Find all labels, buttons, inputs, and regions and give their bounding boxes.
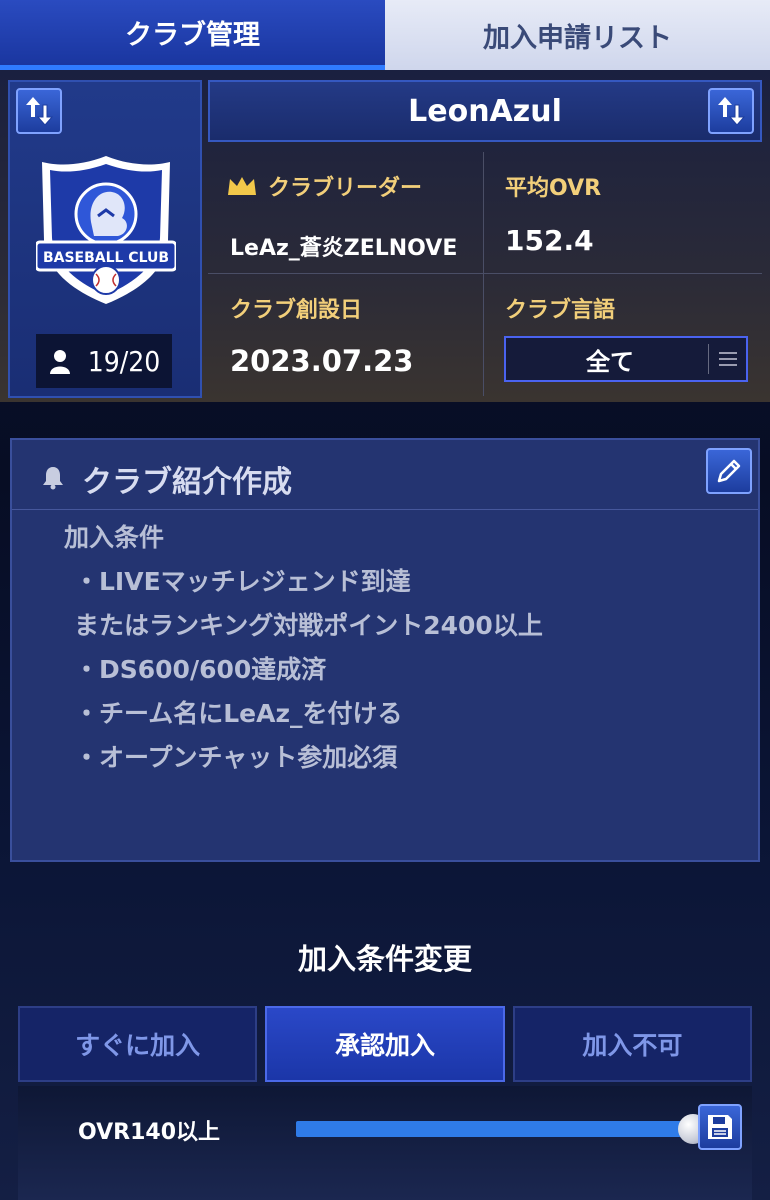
leader-label-cell: クラブリーダー (226, 170, 422, 202)
language-select[interactable]: 全て (504, 336, 748, 382)
ovr-requirement-label: OVR140以上 (78, 1120, 221, 1145)
club-emblem-panel: BASEBALL CLUB 19/20 (8, 80, 202, 398)
founded-value: 2023.07.23 (230, 344, 414, 378)
club-info-grid: クラブリーダー LeAz_蒼炎ZELNOVE 平均OVR 152.4 クラブ創設… (208, 152, 762, 398)
tab-join-request-list[interactable]: 加入申請リスト (385, 0, 770, 70)
member-count-value: 19/20 (87, 344, 161, 378)
club-emblem-logo: BASEBALL CLUB (36, 156, 176, 304)
intro-line: 加入条件 (64, 523, 165, 552)
grid-divider-horizontal (208, 273, 762, 274)
join-closed-button[interactable]: 加入不可 (512, 1006, 752, 1082)
intro-line: ・オープンチャット参加必須 (74, 743, 398, 772)
avg-ovr-value: 152.4 (505, 224, 594, 257)
join-condition-options: すぐに加入 承認加入 加入不可 (18, 1006, 752, 1082)
pencil-icon (717, 459, 741, 483)
club-intro-text: 加入条件 ・LIVEマッチレジェンド到達 またはランキング対戦ポイント2400以… (64, 516, 543, 780)
intro-line: ・チーム名にLeAz_を付ける (74, 699, 403, 728)
bell-icon (43, 467, 63, 490)
language-label: クラブ言語 (505, 298, 616, 323)
swap-name-button[interactable] (708, 88, 754, 134)
language-value: 全て (586, 347, 634, 376)
grid-divider-vertical (483, 152, 484, 396)
founded-label: クラブ創設日 (230, 298, 363, 323)
intro-line: またはランキング対戦ポイント2400以上 (74, 611, 543, 640)
leader-label: クラブリーダー (268, 176, 423, 201)
club-intro-title: クラブ紹介作成 (82, 465, 292, 500)
person-icon (49, 350, 70, 374)
club-name-bar: LeonAzul (208, 80, 762, 142)
ovr-requirement-bar: OVR140以上 (18, 1086, 752, 1200)
swap-emblem-button[interactable] (16, 88, 62, 134)
club-intro-panel: クラブ紹介作成 加入条件 ・LIVEマッチレジェンド到達 またはランキング対戦ポ… (10, 438, 760, 862)
save-conditions-button[interactable] (698, 1104, 742, 1150)
join-approval-button[interactable]: 承認加入 (265, 1006, 505, 1082)
emblem-text: BASEBALL CLUB (43, 250, 169, 266)
join-immediate-button[interactable]: すぐに加入 (18, 1006, 258, 1082)
avg-ovr-label: 平均OVR (505, 176, 602, 201)
leader-value: LeAz_蒼炎ZELNOVE (230, 236, 458, 261)
join-condition-title: 加入条件変更 (297, 942, 472, 976)
tab-bar: クラブ管理 加入申請リスト (0, 0, 770, 70)
swap-arrows-icon (26, 97, 54, 126)
intro-line: ・DS600/600達成済 (74, 655, 327, 684)
club-intro-header: クラブ紹介作成 (12, 440, 758, 510)
edit-intro-button[interactable] (706, 448, 752, 494)
hamburger-menu-icon (708, 344, 746, 374)
swap-arrows-icon (718, 97, 746, 126)
tab-club-management[interactable]: クラブ管理 (0, 0, 385, 70)
crown-icon (228, 177, 256, 195)
club-name: LeonAzul (408, 93, 562, 129)
intro-line: ・LIVEマッチレジェンド到達 (74, 567, 411, 596)
floppy-disk-icon (708, 1115, 732, 1139)
member-count: 19/20 (36, 334, 172, 388)
ovr-slider-track[interactable] (296, 1121, 696, 1137)
